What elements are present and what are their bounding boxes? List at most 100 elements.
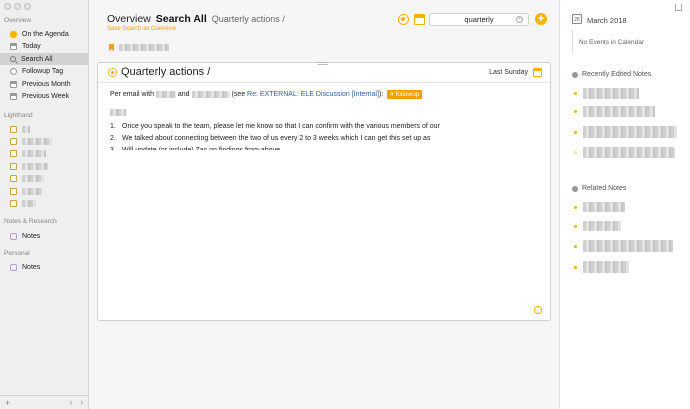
agenda-sun-icon[interactable]: [398, 14, 409, 25]
list-text: Once you speak to the team, please let m…: [122, 123, 440, 130]
recent-note-item[interactable]: [574, 147, 675, 158]
redacted-text: [583, 88, 639, 99]
add-icon[interactable]: +: [5, 398, 10, 408]
sidebar: Overview On the Agenda Today Search All …: [0, 0, 89, 409]
sun-icon: [10, 30, 17, 38]
sidebar-item-previous-month[interactable]: Previous Month: [0, 78, 88, 90]
zoom-window-button[interactable]: [24, 3, 31, 10]
related-note-item[interactable]: [574, 221, 621, 231]
sidebar-item-redacted[interactable]: [0, 123, 88, 135]
followup-tag[interactable]: # followup: [387, 90, 423, 99]
related-note-item[interactable]: [574, 240, 673, 252]
back-icon[interactable]: ‹: [70, 398, 73, 407]
folder-icon: [10, 125, 17, 133]
sidebar-item-redacted[interactable]: [0, 197, 88, 209]
sidebar-group-personal: Personal: [4, 250, 30, 257]
gear-icon[interactable]: [534, 306, 542, 314]
recent-note-item[interactable]: [574, 126, 677, 138]
sidebar-item-today[interactable]: Today: [0, 40, 88, 52]
redacted-text: [110, 108, 126, 116]
folder-icon: [10, 137, 17, 145]
recently-edited-header: Recently Edited Notes: [572, 71, 651, 78]
sidebar-item-on-the-agenda[interactable]: On the Agenda: [0, 28, 88, 40]
agenda-sun-icon[interactable]: [108, 68, 117, 77]
sidebar-item-previous-week[interactable]: Previous Week: [0, 90, 88, 102]
bookmark-icon: [109, 44, 114, 51]
sidebar-item-personal-notes[interactable]: Notes: [0, 261, 88, 273]
note-date: Last Sunday: [489, 69, 528, 76]
redacted-text: [191, 90, 230, 98]
calendar-icon[interactable]: [414, 14, 425, 25]
note-list: 1. Once you speak to the team, please le…: [110, 121, 540, 150]
sidebar-item-label: Search All: [21, 55, 53, 63]
redacted-text: [583, 147, 675, 158]
redacted-text: [22, 199, 36, 207]
calendar-icon: [10, 80, 17, 88]
list-number: 1.: [110, 123, 116, 130]
redacted-text: [22, 187, 42, 195]
page-title: Overview Search All Quarterly actions /: [107, 13, 285, 25]
tag-icon: [10, 67, 17, 75]
related-note-item[interactable]: [574, 202, 625, 212]
note-body[interactable]: Per email with and (see Re: EXTERNAL: EL…: [110, 89, 540, 150]
notebook-icon: [10, 232, 17, 240]
sidebar-item-notes-research[interactable]: Notes: [0, 230, 88, 242]
clear-search-icon[interactable]: ×: [516, 16, 523, 23]
calendar-day-icon[interactable]: 25: [572, 14, 582, 24]
forward-icon[interactable]: ›: [80, 398, 83, 407]
folder-icon: [10, 187, 17, 195]
related-note-item[interactable]: [574, 261, 629, 273]
note-header: Quarterly actions / Last Sunday: [98, 63, 550, 83]
list-item: 3. Will update (or include) Zac on findi…: [110, 145, 540, 150]
redacted-text: [22, 149, 46, 157]
search-input[interactable]: [439, 15, 519, 24]
email-link[interactable]: Re: EXTERNAL: ELE Discussion [Internal]: [247, 91, 379, 98]
sidebar-group-lighthand: Lighthand: [4, 112, 33, 119]
note-title[interactable]: Quarterly actions /: [121, 66, 210, 78]
calendar-month: March 2018: [587, 16, 627, 25]
sidebar-item-redacted[interactable]: [0, 147, 88, 159]
search-field[interactable]: ×: [429, 13, 529, 26]
no-events-text: No Events in Calendar: [572, 30, 682, 54]
sidebar-item-label: On the Agenda: [22, 30, 69, 38]
recent-note-item[interactable]: [574, 106, 655, 117]
list-number: 3.: [110, 145, 122, 150]
sidebar-item-label: Followup Tag: [22, 67, 64, 75]
folder-icon: [10, 149, 17, 157]
sidebar-item-redacted[interactable]: [0, 160, 88, 172]
sidebar-item-followup-tag[interactable]: Followup Tag: [0, 65, 88, 77]
sidebar-item-label: Previous Month: [22, 80, 71, 88]
calendar-icon[interactable]: [533, 68, 542, 77]
calendar-icon: [10, 42, 17, 50]
text-prefix: Per email with: [110, 91, 154, 98]
section-title: Recently Edited Notes: [582, 71, 652, 78]
save-search-link[interactable]: Save Search as Overview: [107, 26, 176, 32]
sidebar-group-notes-research: Notes & Research: [4, 218, 57, 225]
share-icon[interactable]: [675, 4, 682, 11]
list-item: 2. We talked about connecting between th…: [110, 133, 540, 145]
sidebar-item-redacted[interactable]: [0, 172, 88, 184]
text-see: (see: [231, 91, 246, 98]
sidebar-item-redacted[interactable]: [0, 185, 88, 197]
sidebar-item-redacted[interactable]: [0, 135, 88, 147]
add-note-button[interactable]: +: [535, 13, 547, 25]
breadcrumb[interactable]: [109, 44, 169, 51]
sidebar-footer: + ‹ ›: [0, 395, 88, 409]
list-number: 2.: [110, 135, 116, 142]
sidebar-item-search-all[interactable]: Search All: [0, 53, 88, 65]
recent-note-item[interactable]: [574, 88, 639, 99]
close-window-button[interactable]: [4, 3, 11, 10]
redacted-text: [583, 106, 655, 117]
recent-icon: [572, 71, 578, 78]
sidebar-item-label: Notes: [22, 263, 41, 271]
text-close: ):: [378, 91, 384, 98]
redacted-text: [583, 202, 625, 212]
window-controls: [4, 3, 31, 10]
redacted-text: [583, 126, 677, 138]
minimize-window-button[interactable]: [14, 3, 21, 10]
note-line-email: Per email with and (see Re: EXTERNAL: EL…: [110, 89, 540, 101]
list-text: We talked about connecting between the t…: [122, 135, 431, 142]
related-icon: [572, 185, 578, 192]
redacted-text: [22, 162, 48, 170]
note-card[interactable]: Quarterly actions / Last Sunday Per emai…: [97, 62, 551, 321]
